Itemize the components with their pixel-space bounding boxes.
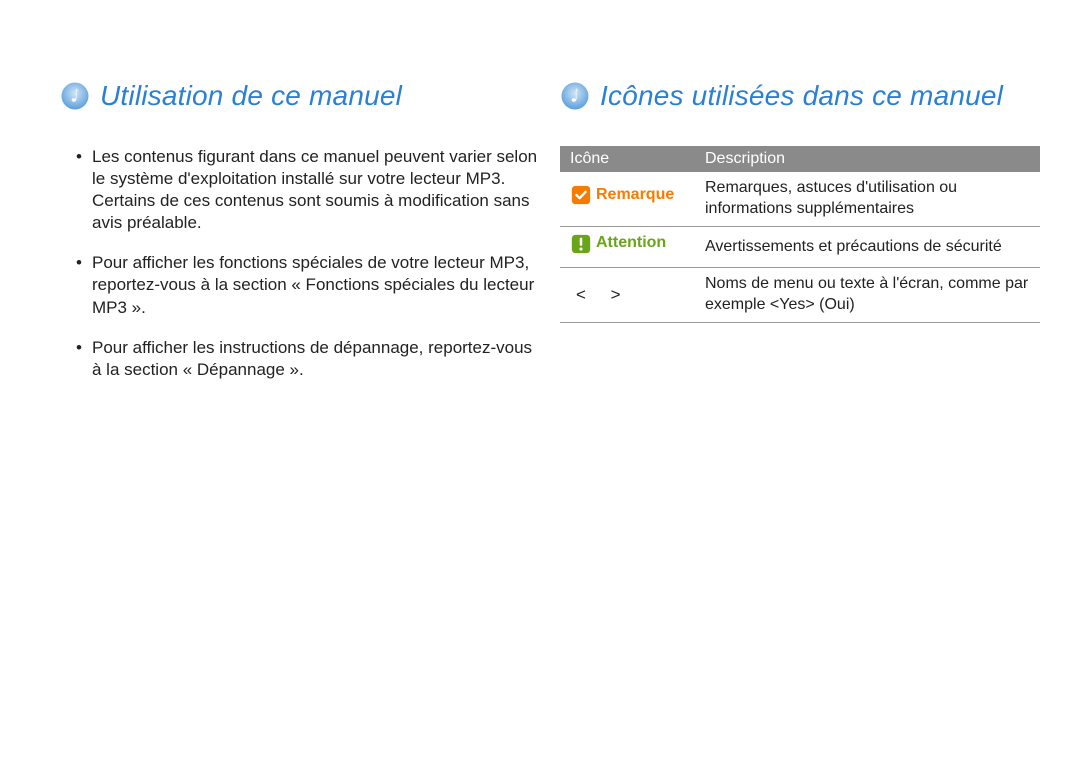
left-column: Utilisation de ce manuel Les contenus fi… <box>60 80 540 399</box>
cell-icon: < > <box>560 268 695 323</box>
bullet-item: Les contenus figurant dans ce manuel peu… <box>80 146 540 234</box>
th-desc: Description <box>695 146 1040 172</box>
table-header-row: Icône Description <box>560 146 1040 172</box>
music-note-icon <box>60 81 90 111</box>
checkmark-box-icon <box>570 184 592 206</box>
bullet-item: Pour afficher les fonctions spéciales de… <box>80 252 540 318</box>
cell-desc: Noms de menu ou texte à l'écran, comme p… <box>695 268 1040 323</box>
cell-desc: Remarques, astuces d'utilisation ou info… <box>695 172 1040 226</box>
cell-icon: Attention <box>560 226 695 268</box>
angle-brackets-icon: < > <box>570 285 631 304</box>
page: Utilisation de ce manuel Les contenus fi… <box>0 0 1080 439</box>
heading-row-right: Icônes utilisées dans ce manuel <box>560 80 1040 112</box>
bullet-item: Pour afficher les instructions de dépann… <box>80 337 540 381</box>
table-row: < > Noms de menu ou texte à l'écran, com… <box>560 268 1040 323</box>
music-note-icon <box>560 81 590 111</box>
th-icon: Icône <box>560 146 695 172</box>
right-heading: Icônes utilisées dans ce manuel <box>600 80 1003 112</box>
exclamation-box-icon <box>570 233 592 255</box>
right-column: Icônes utilisées dans ce manuel Icône De… <box>560 80 1040 399</box>
badge-label: Attention <box>596 233 666 254</box>
table-row: Attention Avertissements et précautions … <box>560 226 1040 268</box>
bullet-list: Les contenus figurant dans ce manuel peu… <box>60 146 540 381</box>
cell-icon: Remarque <box>560 172 695 226</box>
remarque-badge: Remarque <box>570 184 674 206</box>
attention-badge: Attention <box>570 233 666 255</box>
table-row: Remarque Remarques, astuces d'utilisatio… <box>560 172 1040 226</box>
badge-label: Remarque <box>596 185 674 206</box>
heading-row-left: Utilisation de ce manuel <box>60 80 540 112</box>
left-heading: Utilisation de ce manuel <box>100 80 402 112</box>
icon-table: Icône Description Remarque Remarques, a <box>560 146 1040 323</box>
cell-desc: Avertissements et précautions de sécurit… <box>695 226 1040 268</box>
